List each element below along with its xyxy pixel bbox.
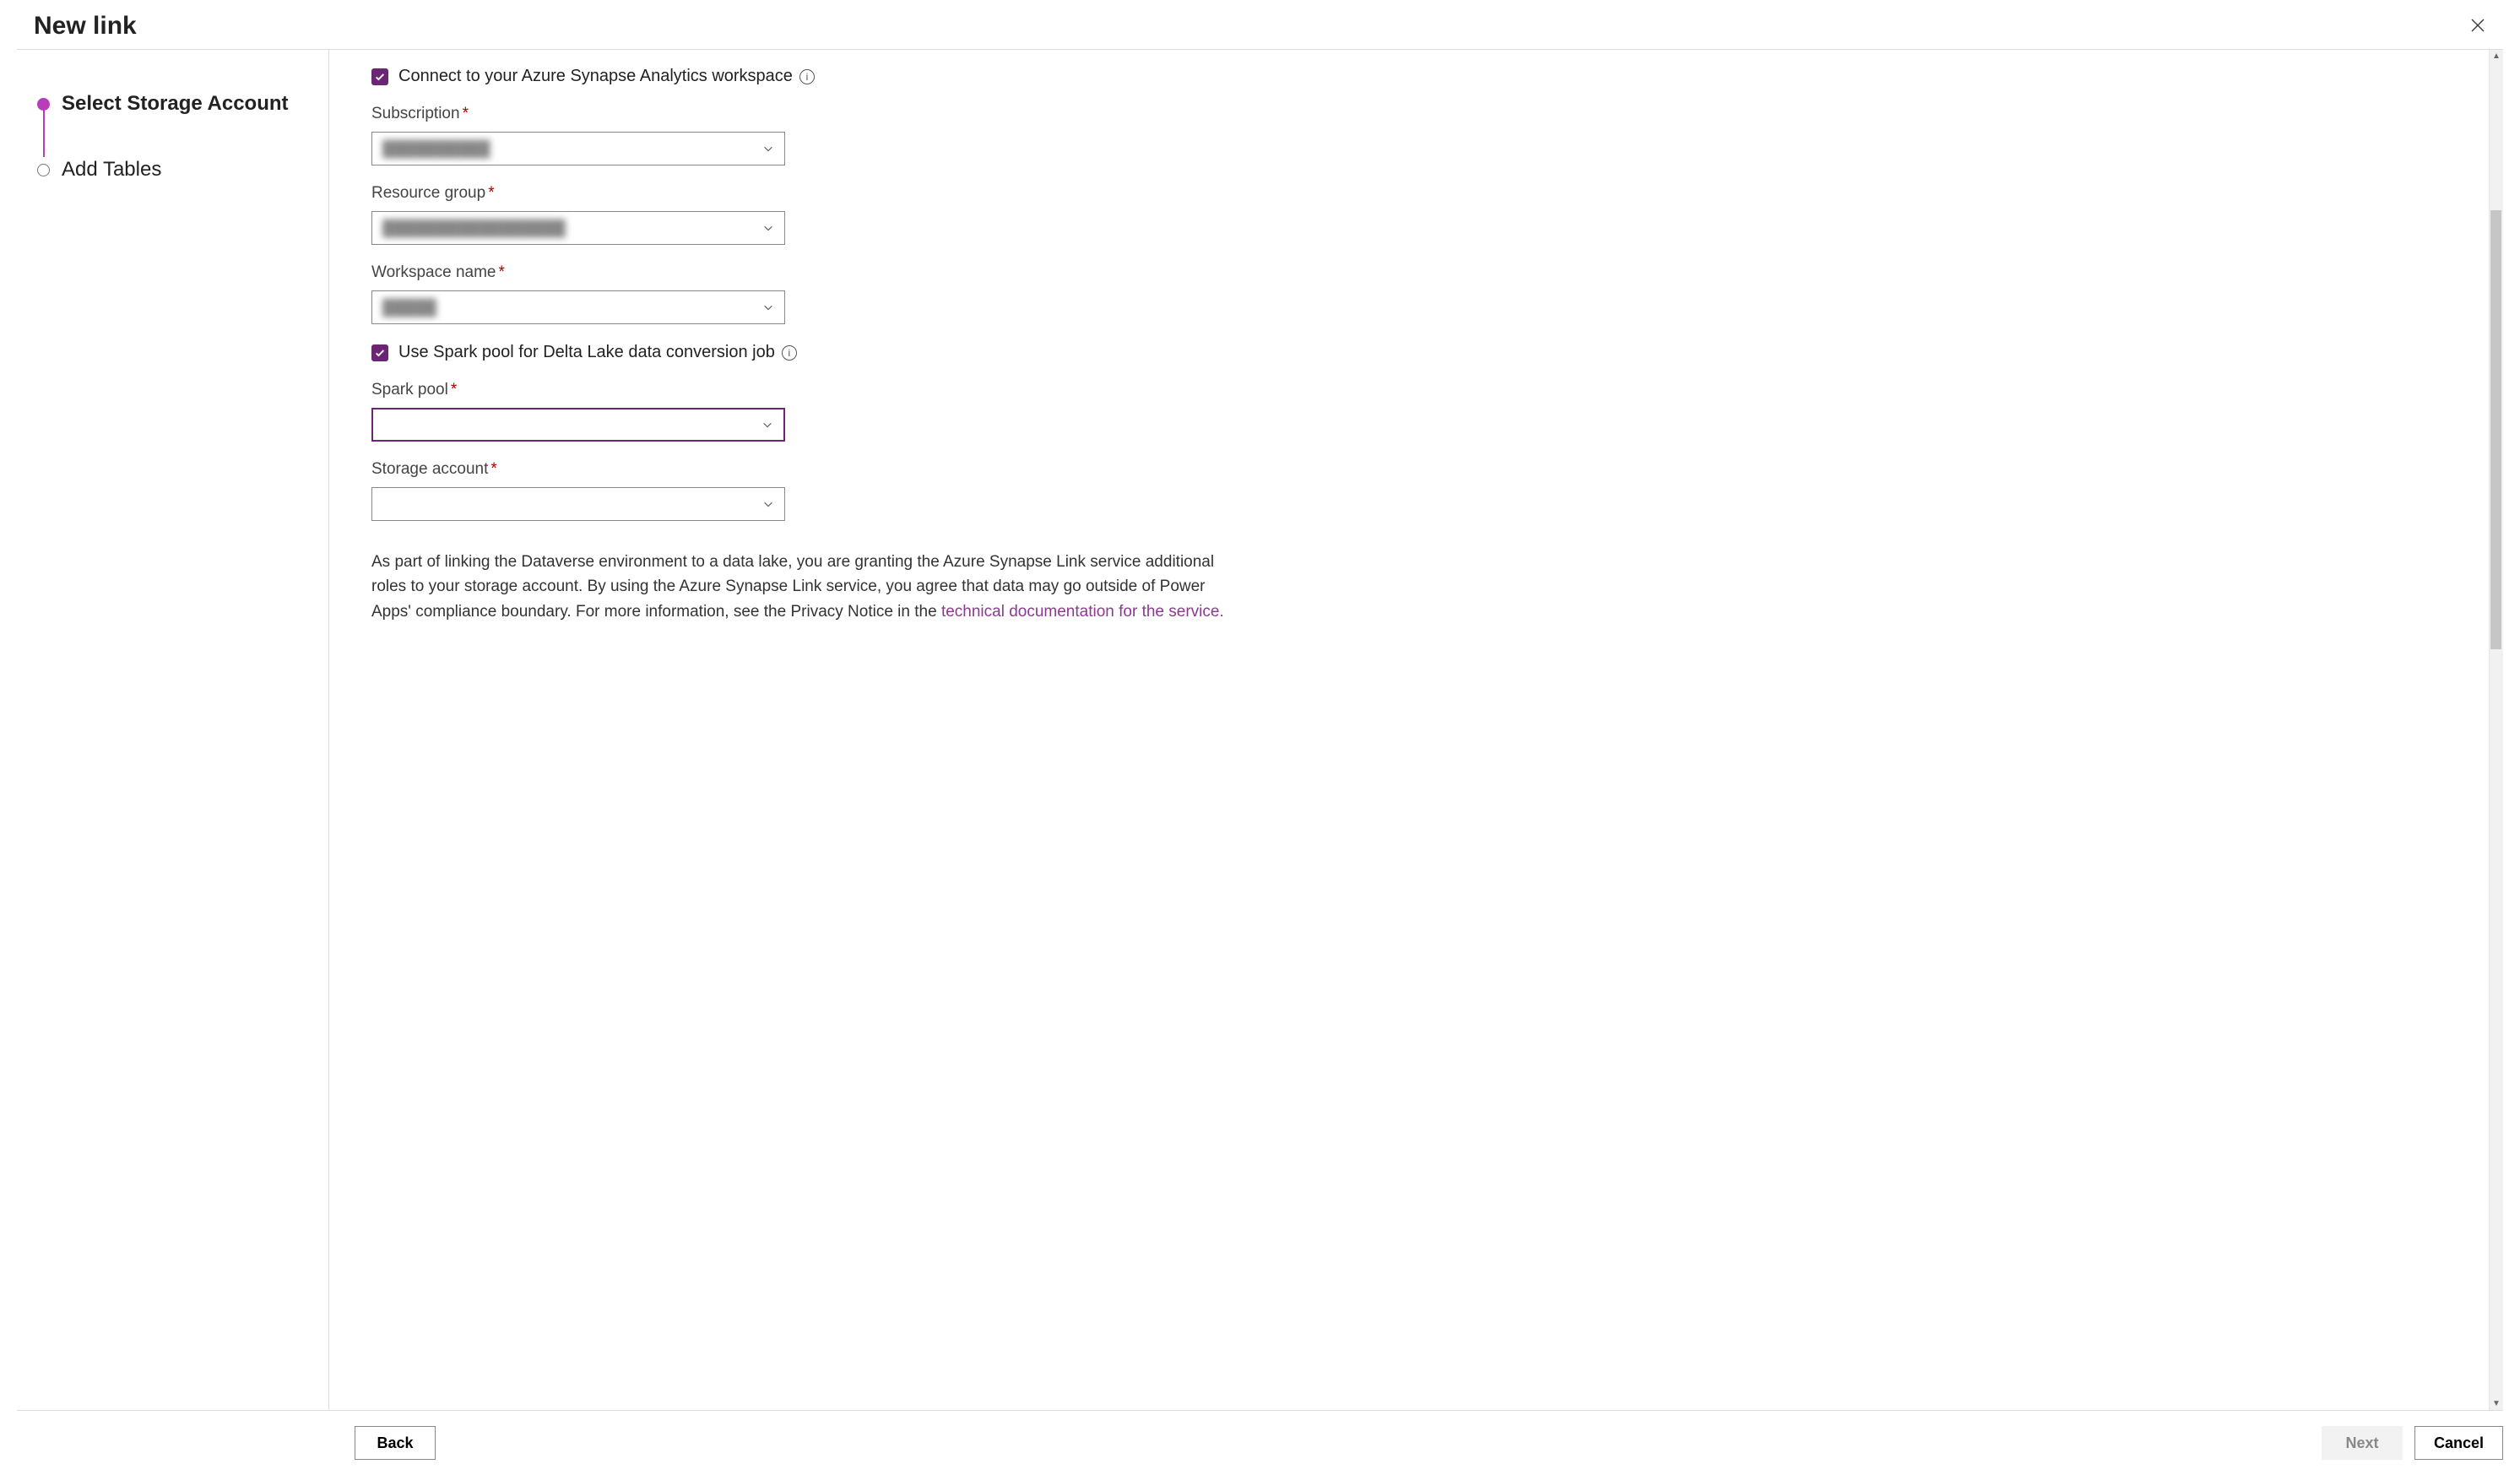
scroll-up-arrow-icon[interactable]: ▲	[2492, 50, 2501, 62]
required-indicator: *	[488, 184, 494, 202]
subscription-select[interactable]: ██████████	[371, 132, 785, 165]
step-label: Select Storage Account	[62, 92, 289, 116]
label-text: Resource group	[371, 184, 485, 202]
spark-pool-field: Spark pool*	[371, 381, 2461, 442]
workspace-name-label: Workspace name*	[371, 263, 2461, 282]
wizard-step-select-storage[interactable]: Select Storage Account	[37, 92, 308, 116]
technical-documentation-link[interactable]: technical documentation for the service.	[941, 603, 1224, 621]
info-icon[interactable]: i	[782, 345, 797, 361]
scroll-down-arrow-icon[interactable]: ▼	[2492, 1397, 2501, 1410]
next-button: Next	[2322, 1426, 2403, 1460]
checkmark-icon	[374, 71, 386, 83]
required-indicator: *	[463, 105, 469, 122]
form-content: Connect to your Azure Synapse Analytics …	[329, 50, 2503, 1410]
wizard-steps-sidebar: Select Storage Account Add Tables	[17, 50, 329, 1410]
workspace-name-value: █████	[382, 299, 436, 317]
subscription-label: Subscription*	[371, 105, 2461, 123]
label-text: Spark pool	[371, 381, 448, 399]
legal-notice: As part of linking the Dataverse environ…	[371, 550, 1233, 624]
required-indicator: *	[490, 460, 496, 478]
spark-pool-row: Use Spark pool for Delta Lake data conve…	[371, 343, 2461, 362]
scroll-thumb[interactable]	[2490, 210, 2501, 649]
close-button[interactable]	[2469, 14, 2486, 40]
resource-group-select[interactable]: █████████████████	[371, 211, 785, 245]
info-icon[interactable]: i	[799, 69, 815, 84]
chevron-down-icon	[762, 143, 774, 155]
cancel-button[interactable]: Cancel	[2414, 1426, 2503, 1460]
checkmark-icon	[374, 347, 386, 359]
required-indicator: *	[499, 263, 505, 281]
required-indicator: *	[451, 381, 457, 399]
connect-synapse-label: Connect to your Azure Synapse Analytics …	[398, 67, 793, 86]
new-link-dialog: New link Select Storage Account Add Tabl…	[0, 0, 2520, 1475]
chevron-down-icon	[762, 498, 774, 510]
chevron-down-icon	[762, 222, 774, 234]
dialog-body: Select Storage Account Add Tables Connec…	[17, 50, 2503, 1411]
use-spark-pool-checkbox[interactable]	[371, 344, 388, 361]
storage-account-label: Storage account*	[371, 460, 2461, 479]
dialog-footer: Back Next Cancel	[0, 1411, 2520, 1475]
use-spark-pool-label: Use Spark pool for Delta Lake data conve…	[398, 343, 775, 362]
step-indicator-icon	[37, 98, 50, 111]
close-icon	[2469, 17, 2486, 34]
dialog-header: New link	[17, 0, 2503, 50]
subscription-value: ██████████	[382, 140, 490, 158]
workspace-name-select[interactable]: █████	[371, 290, 785, 324]
subscription-field: Subscription* ██████████	[371, 105, 2461, 165]
chevron-down-icon	[762, 301, 774, 313]
label-text: Storage account	[371, 460, 488, 478]
resource-group-field: Resource group* █████████████████	[371, 184, 2461, 245]
step-label: Add Tables	[62, 158, 161, 182]
step-indicator-icon	[37, 164, 50, 176]
step-connector-line	[43, 105, 45, 157]
back-button[interactable]: Back	[355, 1426, 436, 1460]
resource-group-label: Resource group*	[371, 184, 2461, 203]
storage-account-field: Storage account*	[371, 460, 2461, 521]
wizard-step-add-tables[interactable]: Add Tables	[37, 158, 308, 182]
workspace-name-field: Workspace name* █████	[371, 263, 2461, 324]
vertical-scrollbar[interactable]: ▲ ▼	[2489, 50, 2503, 1410]
connect-synapse-checkbox[interactable]	[371, 68, 388, 85]
storage-account-select[interactable]	[371, 487, 785, 521]
connect-synapse-row: Connect to your Azure Synapse Analytics …	[371, 67, 2461, 86]
dialog-title: New link	[34, 12, 137, 41]
label-text: Workspace name	[371, 263, 496, 281]
label-text: Subscription	[371, 105, 460, 122]
spark-pool-label: Spark pool*	[371, 381, 2461, 399]
chevron-down-icon	[761, 419, 773, 431]
spark-pool-select[interactable]	[371, 408, 785, 442]
resource-group-value: █████████████████	[382, 220, 566, 237]
